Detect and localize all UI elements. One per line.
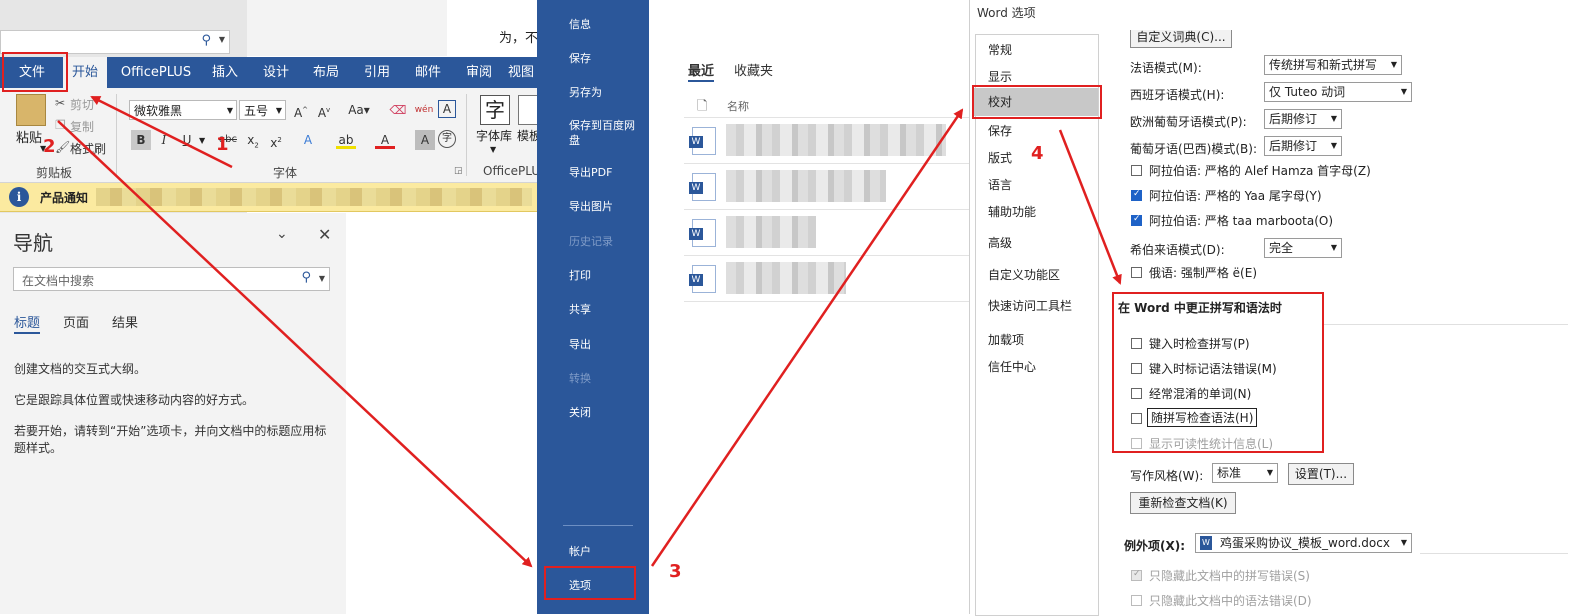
arrow-2 (57, 120, 533, 568)
annotation-arrows (57, 95, 1122, 568)
arrow-1 (90, 95, 233, 169)
arrow-4 (1058, 129, 1122, 285)
arrow-3 (650, 108, 964, 567)
